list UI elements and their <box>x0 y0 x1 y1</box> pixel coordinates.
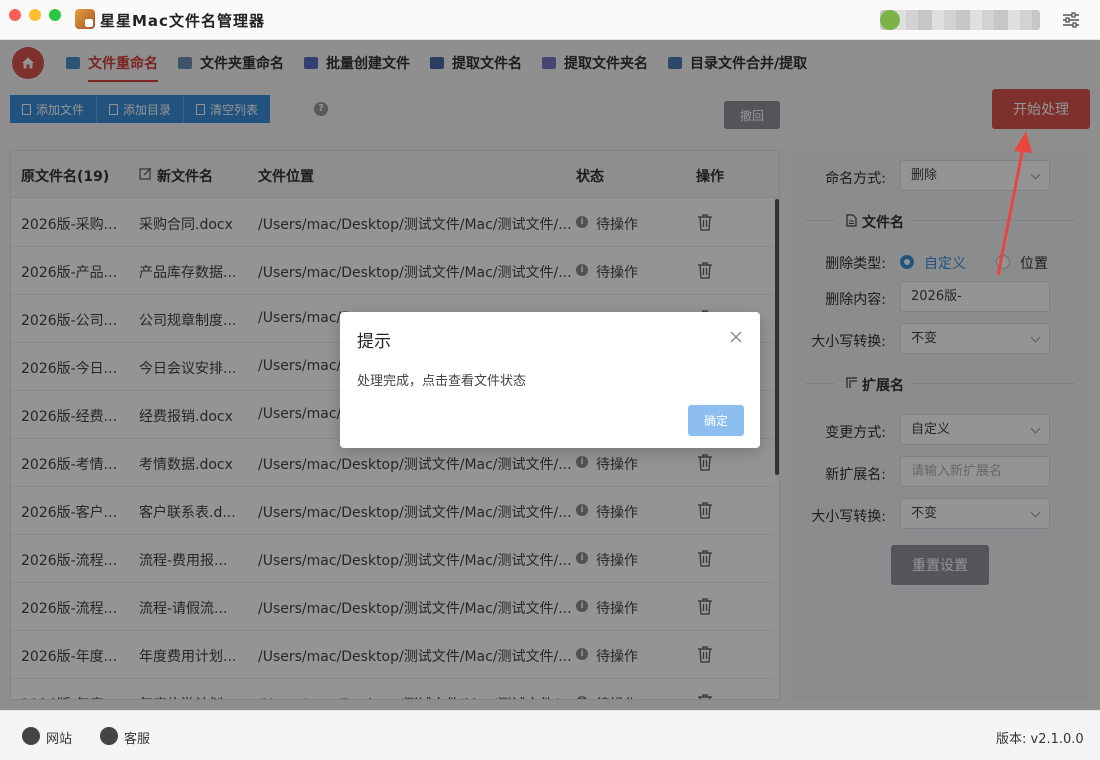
chat-icon[interactable] <box>100 727 118 745</box>
version-text: 版本: v2.1.0.0 <box>996 732 1084 747</box>
footer: 网站 客服 版本: v2.1.0.0 <box>0 710 1100 760</box>
annotation-arrow-icon <box>996 131 1032 276</box>
dialog-message: 处理完成，点击查看文件状态 <box>357 374 527 389</box>
dialog-title: 提示 <box>357 332 391 352</box>
alert-dialog: 提示 处理完成，点击查看文件状态 确定 <box>340 312 760 448</box>
avatar[interactable] <box>880 10 900 30</box>
app-logo-icon <box>75 9 95 29</box>
settings-sliders-icon[interactable] <box>1062 11 1080 29</box>
app-title: 星星Mac文件名管理器 <box>100 12 265 30</box>
title-bar: 星星Mac文件名管理器 <box>0 0 1100 40</box>
close-window-button[interactable] <box>9 9 21 21</box>
zoom-window-button[interactable] <box>49 9 61 21</box>
minimize-window-button[interactable] <box>29 9 41 21</box>
close-icon[interactable] <box>729 330 743 344</box>
website-link[interactable]: 网站 <box>46 728 72 747</box>
website-icon[interactable] <box>22 727 40 745</box>
dialog-ok-button[interactable]: 确定 <box>688 405 744 436</box>
customer-service-link[interactable]: 客服 <box>124 728 150 747</box>
user-info-blurred <box>880 10 1040 30</box>
